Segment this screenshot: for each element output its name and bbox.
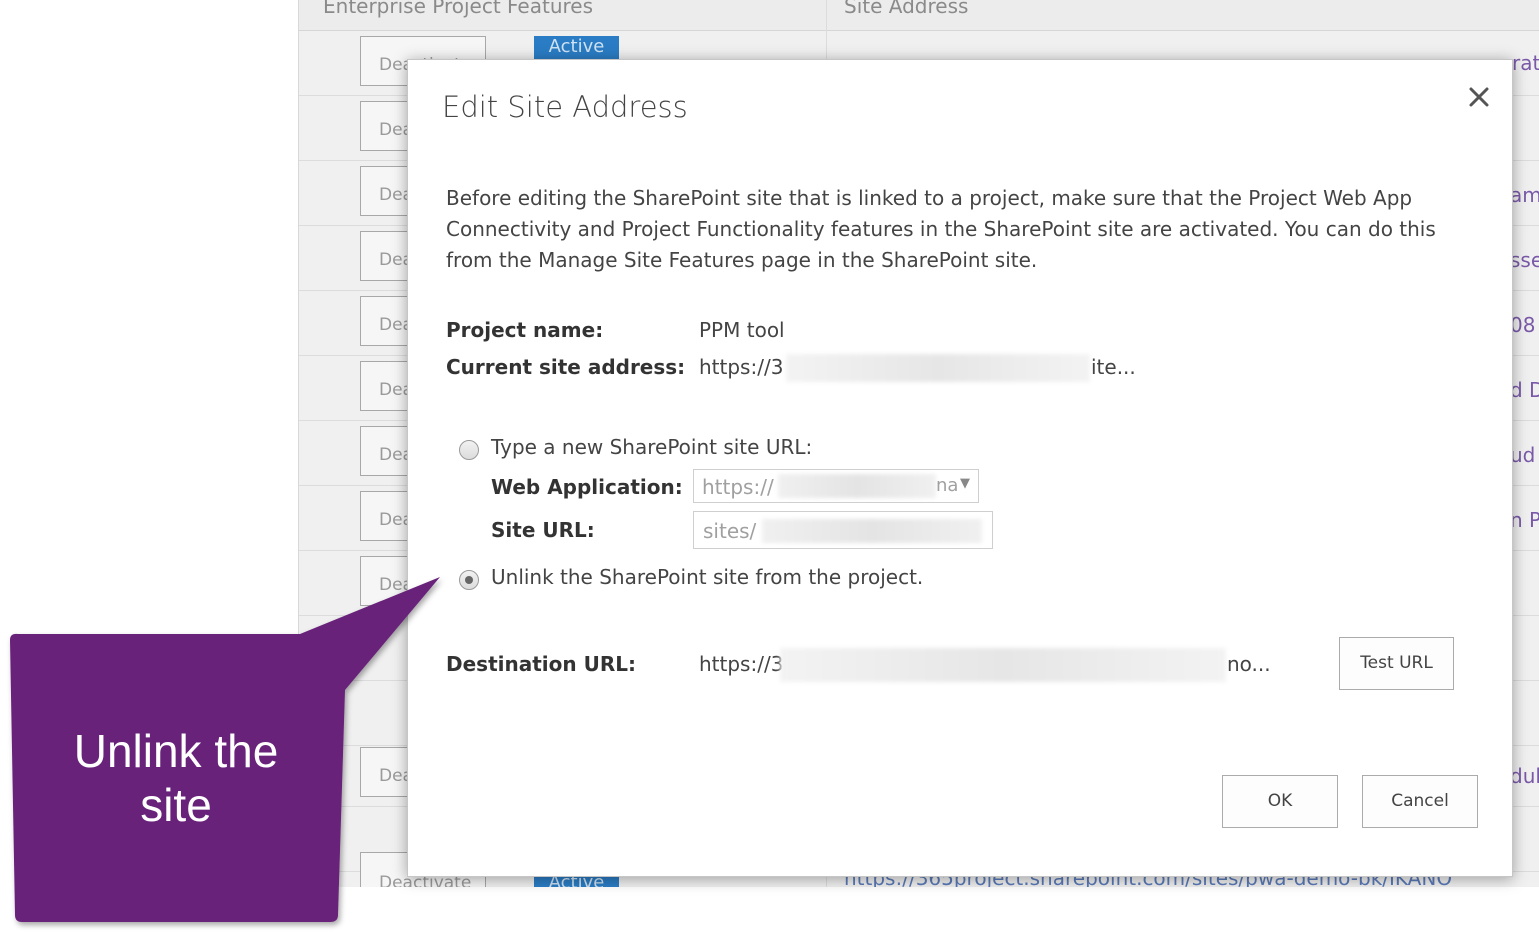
destination-url-suffix: no... (1227, 652, 1271, 676)
site-link[interactable]: rati (1512, 51, 1539, 75)
redacted-url (762, 519, 982, 543)
redacted-url (786, 354, 1090, 382)
site-link[interactable]: sse (1510, 248, 1539, 272)
destination-url-label: Destination URL: (446, 652, 636, 676)
redacted-url (778, 474, 936, 498)
column-header-site-address: Site Address (844, 0, 969, 18)
edit-site-address-dialog: Edit Site Address Before editing the Sha… (407, 59, 1513, 877)
chevron-down-icon: ▼ (960, 476, 970, 491)
option-unlink-label[interactable]: Unlink the SharePoint site from the proj… (491, 565, 923, 589)
site-url-input[interactable]: sites/ (693, 511, 993, 549)
radio-unlink[interactable] (459, 570, 479, 590)
destination-url-prefix: https://3 (699, 652, 784, 676)
callout-line-2: site (140, 779, 212, 831)
callout-text: Unlink the site (16, 724, 336, 832)
site-link[interactable]: dul (1510, 764, 1539, 788)
background-table-header: Enterprise Project Features Site Address (299, 0, 1539, 31)
site-url-label: Site URL: (491, 518, 595, 542)
close-button[interactable] (1464, 82, 1494, 112)
current-site-prefix: https://3 (699, 355, 784, 379)
site-url-value: sites/ (703, 519, 757, 543)
site-link[interactable]: am (1510, 183, 1539, 207)
site-link[interactable]: ud (1510, 443, 1535, 467)
cancel-button[interactable]: Cancel (1362, 775, 1478, 828)
column-header-features: Enterprise Project Features (323, 0, 594, 18)
redacted-url (780, 648, 1226, 682)
ok-button[interactable]: OK (1222, 775, 1338, 828)
web-application-value: https:// (702, 475, 774, 499)
project-name-value: PPM tool (699, 318, 785, 342)
intro-text: Before editing the SharePoint site that … (446, 186, 1436, 272)
current-site-suffix: ite... (1091, 355, 1136, 379)
project-name-label: Project name: (446, 318, 604, 342)
site-link[interactable]: d D (1510, 378, 1539, 402)
callout-line-1: Unlink the (73, 725, 279, 777)
web-application-select[interactable]: https:// na ▼ (693, 469, 979, 503)
current-site-label: Current site address: (446, 355, 686, 379)
site-link[interactable]: 08 (1510, 313, 1535, 337)
web-application-tail: na (936, 475, 959, 496)
close-icon (1469, 87, 1489, 107)
web-application-label: Web Application: (491, 475, 683, 499)
option-new-url-label[interactable]: Type a new SharePoint site URL: (491, 435, 812, 459)
site-link[interactable]: n P (1510, 508, 1539, 532)
radio-new-url[interactable] (459, 440, 479, 460)
test-url-button[interactable]: Test URL (1339, 637, 1454, 690)
dialog-title: Edit Site Address (442, 90, 688, 124)
